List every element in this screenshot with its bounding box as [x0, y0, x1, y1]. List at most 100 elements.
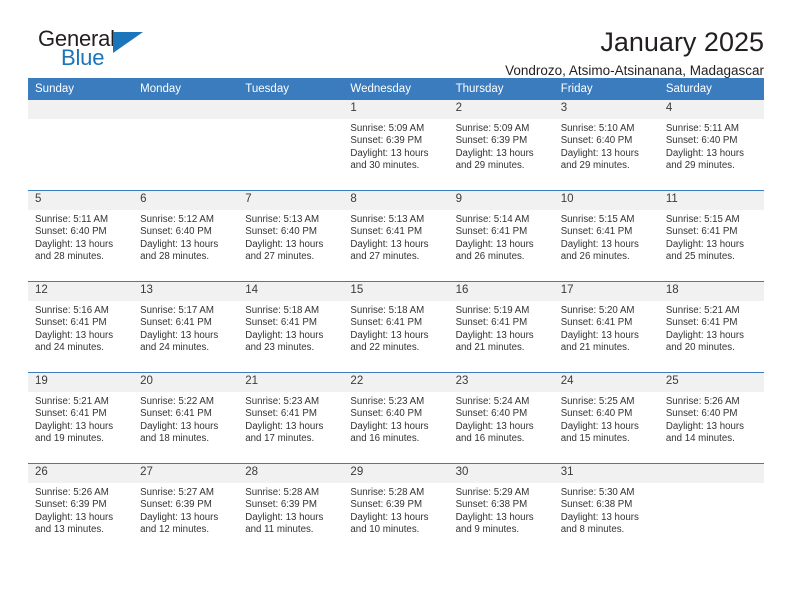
- daylight-duration-line2: and 22 minutes.: [350, 342, 420, 354]
- day-box: 17 Sunrise: 5:20 AM Sunset: 6:41 PM Dayligh…: [553, 282, 659, 372]
- calendar-day-cell[interactable]: 13 Sunrise: 5:17 AM Sunset: 6:41 PM Dayligh…: [133, 281, 239, 373]
- day-details: Sunrise: 5:30 AM Sunset: 6:38 PM Daylight:…: [554, 483, 659, 537]
- daylight-duration-line2: and 16 minutes.: [455, 433, 525, 445]
- sunrise-time: Sunrise: 5:16 AM: [35, 305, 109, 316]
- sunset-time: Sunset: 6:41 PM: [245, 408, 317, 420]
- day-details: Sunrise: 5:18 AM Sunset: 6:41 PM Daylight:…: [238, 301, 343, 355]
- calendar-day-cell[interactable]: 15 Sunrise: 5:18 AM Sunset: 6:41 PM Dayligh…: [343, 281, 449, 373]
- daylight-duration-line1: Daylight: 13 hours: [455, 238, 534, 250]
- calendar-day-cell[interactable]: 31 Sunrise: 5:30 AM Sunset: 6:38 PM Dayligh…: [553, 463, 659, 554]
- calendar-week-row: 26 Sunrise: 5:26 AM Sunset: 6:39 PM Dayligh…: [28, 463, 764, 554]
- sunset-time: Sunset: 6:39 PM: [35, 499, 107, 511]
- day-details: Sunrise: 5:09 AM Sunset: 6:39 PM Daylight:…: [449, 119, 554, 173]
- sunrise-time: Sunrise: 5:13 AM: [350, 214, 425, 225]
- weekday-header-sunday: Sunday: [28, 78, 134, 100]
- day-details: Sunrise: 5:18 AM Sunset: 6:41 PM Daylight:…: [343, 301, 448, 355]
- calendar-day-cell[interactable]: 29 Sunrise: 5:28 AM Sunset: 6:39 PM Dayligh…: [343, 463, 449, 554]
- day-box: 25 Sunrise: 5:26 AM Sunset: 6:40 PM Dayligh…: [658, 373, 764, 463]
- day-number: 18: [658, 282, 764, 301]
- day-number: 20: [133, 373, 239, 392]
- calendar-day-cell[interactable]: 23 Sunrise: 5:24 AM Sunset: 6:40 PM Dayligh…: [448, 372, 554, 464]
- day-box: 6 Sunrise: 5:12 AM Sunset: 6:40 PM Daylight…: [133, 191, 239, 281]
- calendar-day-cell[interactable]: 17 Sunrise: 5:20 AM Sunset: 6:41 PM Dayligh…: [553, 281, 659, 373]
- sunrise-time: Sunrise: 5:27 AM: [140, 487, 214, 498]
- day-number: 16: [448, 282, 554, 301]
- day-number: 19: [28, 373, 134, 392]
- calendar-day-cell[interactable]: 4 Sunrise: 5:11 AM Sunset: 6:40 PM Daylight…: [658, 100, 764, 191]
- calendar-day-cell[interactable]: 10 Sunrise: 5:15 AM Sunset: 6:41 PM Dayligh…: [553, 190, 659, 282]
- day-box: 15 Sunrise: 5:18 AM Sunset: 6:41 PM Dayligh…: [343, 282, 449, 372]
- day-number: 25: [658, 373, 764, 392]
- day-details: Sunrise: 5:09 AM Sunset: 6:39 PM Daylight:…: [343, 119, 448, 173]
- calendar-day-cell[interactable]: 9 Sunrise: 5:14 AM Sunset: 6:41 PM Daylight…: [448, 190, 554, 282]
- daylight-duration-line2: and 26 minutes.: [560, 251, 630, 263]
- sunset-time: Sunset: 6:40 PM: [665, 135, 738, 147]
- day-box: [133, 100, 239, 190]
- day-box: 2 Sunrise: 5:09 AM Sunset: 6:39 PM Daylight…: [448, 100, 554, 190]
- daylight-duration-line1: Daylight: 13 hours: [245, 329, 324, 341]
- calendar-day-cell[interactable]: 20 Sunrise: 5:22 AM Sunset: 6:41 PM Dayligh…: [133, 372, 239, 464]
- calendar-day-cell[interactable]: 19 Sunrise: 5:21 AM Sunset: 6:41 PM Dayligh…: [28, 372, 134, 464]
- sunset-time: Sunset: 6:40 PM: [455, 408, 528, 420]
- sunset-time: Sunset: 6:40 PM: [350, 408, 423, 420]
- calendar-day-cell[interactable]: 27 Sunrise: 5:27 AM Sunset: 6:39 PM Dayligh…: [133, 463, 239, 554]
- calendar-day-cell[interactable]: 21 Sunrise: 5:23 AM Sunset: 6:41 PM Dayligh…: [238, 372, 344, 464]
- sunrise-time: Sunrise: 5:29 AM: [455, 487, 530, 498]
- day-details: Sunrise: 5:14 AM Sunset: 6:41 PM Daylight:…: [449, 210, 554, 264]
- day-details: Sunrise: 5:26 AM Sunset: 6:40 PM Daylight:…: [659, 392, 764, 446]
- day-box: 9 Sunrise: 5:14 AM Sunset: 6:41 PM Daylight…: [448, 191, 554, 281]
- calendar-week-row: 5 Sunrise: 5:11 AM Sunset: 6:40 PM Daylight…: [28, 190, 764, 282]
- calendar-day-cell[interactable]: 3 Sunrise: 5:10 AM Sunset: 6:40 PM Daylight…: [553, 100, 659, 191]
- calendar-day-cell[interactable]: 28 Sunrise: 5:28 AM Sunset: 6:39 PM Dayligh…: [238, 463, 344, 554]
- calendar-day-cell[interactable]: 18 Sunrise: 5:21 AM Sunset: 6:41 PM Dayligh…: [658, 281, 764, 373]
- calendar-day-cell[interactable]: 11 Sunrise: 5:15 AM Sunset: 6:41 PM Dayligh…: [658, 190, 764, 282]
- calendar-day-cell[interactable]: 7 Sunrise: 5:13 AM Sunset: 6:40 PM Daylight…: [238, 190, 344, 282]
- sunrise-time: Sunrise: 5:21 AM: [665, 305, 740, 316]
- sunrise-time: Sunrise: 5:09 AM: [455, 123, 530, 134]
- sunrise-time: Sunrise: 5:15 AM: [665, 214, 740, 225]
- day-number: 29: [343, 464, 449, 483]
- day-details: Sunrise: 5:24 AM Sunset: 6:40 PM Daylight:…: [449, 392, 554, 446]
- day-box: 30 Sunrise: 5:29 AM Sunset: 6:38 PM Dayligh…: [448, 464, 554, 554]
- day-box: 28 Sunrise: 5:28 AM Sunset: 6:39 PM Dayligh…: [238, 464, 344, 554]
- daylight-duration-line1: Daylight: 13 hours: [560, 329, 639, 341]
- day-details: Sunrise: 5:17 AM Sunset: 6:41 PM Daylight:…: [133, 301, 238, 355]
- sunrise-time: Sunrise: 5:10 AM: [560, 123, 635, 134]
- calendar-day-cell[interactable]: 6 Sunrise: 5:12 AM Sunset: 6:40 PM Daylight…: [133, 190, 239, 282]
- day-details: Sunrise: 5:19 AM Sunset: 6:41 PM Daylight:…: [449, 301, 554, 355]
- calendar-day-cell[interactable]: 22 Sunrise: 5:23 AM Sunset: 6:40 PM Dayligh…: [343, 372, 449, 464]
- calendar-day-cell[interactable]: 8 Sunrise: 5:13 AM Sunset: 6:41 PM Daylight…: [343, 190, 449, 282]
- day-details: Sunrise: 5:21 AM Sunset: 6:41 PM Daylight:…: [28, 392, 133, 446]
- daylight-duration-line2: and 24 minutes.: [140, 342, 210, 354]
- day-number: 13: [133, 282, 239, 301]
- calendar-day-cell[interactable]: 1 Sunrise: 5:09 AM Sunset: 6:39 PM Daylight…: [343, 100, 449, 191]
- day-details: Sunrise: 5:10 AM Sunset: 6:40 PM Daylight:…: [554, 119, 659, 173]
- day-box: 20 Sunrise: 5:22 AM Sunset: 6:41 PM Dayligh…: [133, 373, 239, 463]
- day-number: 11: [658, 191, 764, 210]
- calendar-day-cell[interactable]: 30 Sunrise: 5:29 AM Sunset: 6:38 PM Dayligh…: [448, 463, 554, 554]
- calendar-day-cell[interactable]: 26 Sunrise: 5:26 AM Sunset: 6:39 PM Dayligh…: [28, 463, 134, 554]
- day-number: 30: [448, 464, 554, 483]
- calendar-day-cell[interactable]: 5 Sunrise: 5:11 AM Sunset: 6:40 PM Daylight…: [28, 190, 134, 282]
- sunset-time: Sunset: 6:41 PM: [35, 408, 107, 420]
- calendar-day-cell[interactable]: 14 Sunrise: 5:18 AM Sunset: 6:41 PM Dayligh…: [238, 281, 344, 373]
- calendar-day-cell[interactable]: 25 Sunrise: 5:26 AM Sunset: 6:40 PM Dayligh…: [658, 372, 764, 464]
- brand-logo[interactable]: General Blue: [28, 26, 208, 74]
- day-details: Sunrise: 5:20 AM Sunset: 6:41 PM Daylight:…: [554, 301, 659, 355]
- calendar-day-cell[interactable]: 2 Sunrise: 5:09 AM Sunset: 6:39 PM Daylight…: [448, 100, 554, 191]
- sunset-time: Sunset: 6:40 PM: [245, 226, 317, 238]
- sunset-time: Sunset: 6:41 PM: [560, 226, 633, 238]
- day-details: Sunrise: 5:11 AM Sunset: 6:40 PM Daylight:…: [28, 210, 133, 264]
- day-box: 19 Sunrise: 5:21 AM Sunset: 6:41 PM Dayligh…: [28, 373, 134, 463]
- daylight-duration-line1: Daylight: 13 hours: [140, 511, 219, 523]
- day-number: 4: [658, 100, 764, 119]
- day-number: 7: [238, 191, 344, 210]
- calendar-day-cell[interactable]: 16 Sunrise: 5:19 AM Sunset: 6:41 PM Dayligh…: [448, 281, 554, 373]
- day-details: Sunrise: 5:15 AM Sunset: 6:41 PM Daylight:…: [554, 210, 659, 264]
- daylight-duration-line1: Daylight: 13 hours: [35, 420, 114, 432]
- sunset-time: Sunset: 6:41 PM: [350, 226, 423, 238]
- calendar-day-cell[interactable]: 12 Sunrise: 5:16 AM Sunset: 6:41 PM Dayligh…: [28, 281, 134, 373]
- day-details: Sunrise: 5:16 AM Sunset: 6:41 PM Daylight:…: [28, 301, 133, 355]
- calendar-day-cell[interactable]: 24 Sunrise: 5:25 AM Sunset: 6:40 PM Dayligh…: [553, 372, 659, 464]
- day-box: 12 Sunrise: 5:16 AM Sunset: 6:41 PM Dayligh…: [28, 282, 134, 372]
